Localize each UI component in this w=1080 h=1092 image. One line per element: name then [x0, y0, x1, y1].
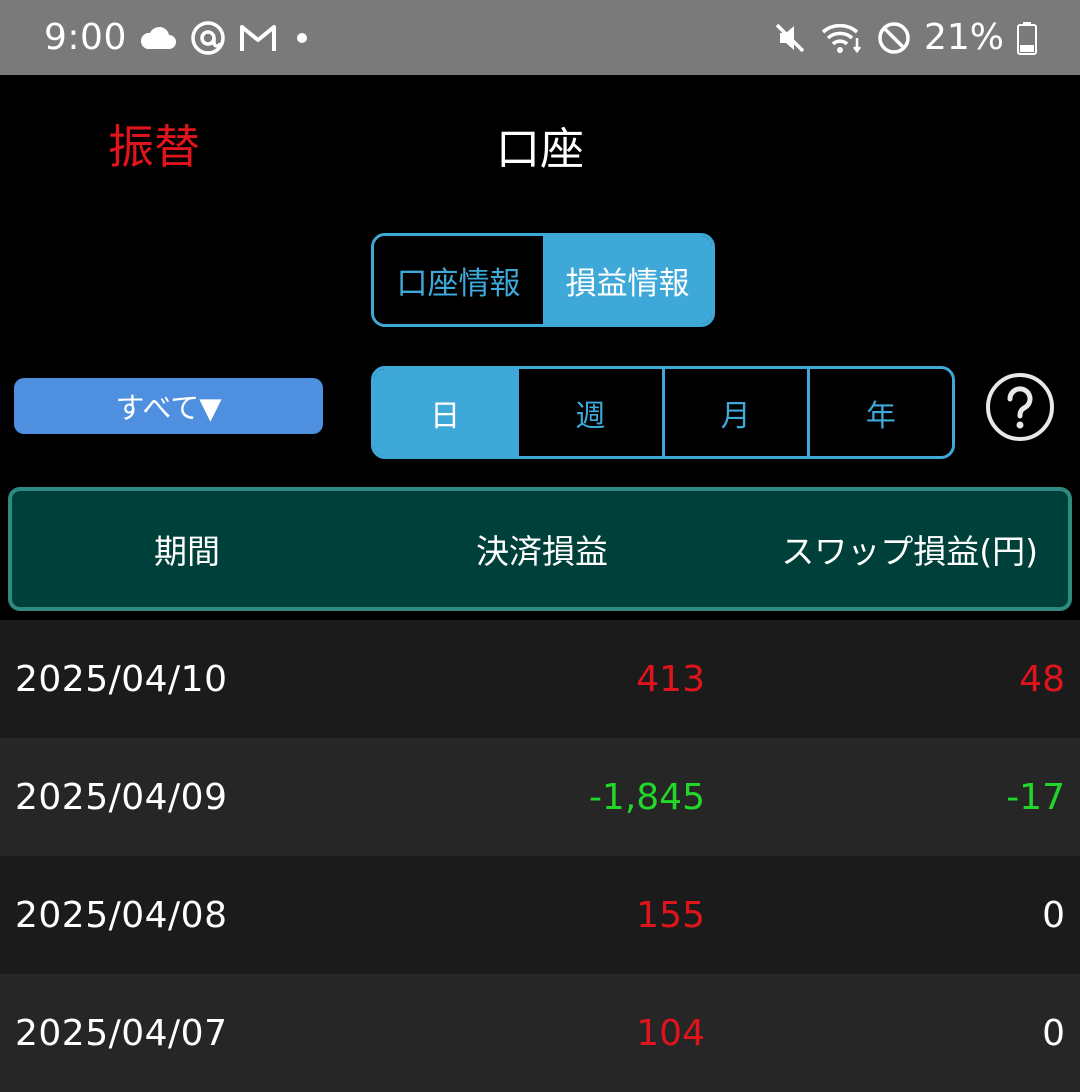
column-header-swap: スワップ損益(円): [781, 532, 1038, 571]
app-header: 振替 口座: [0, 75, 1080, 215]
tab-period-week[interactable]: 週: [516, 369, 662, 456]
row-date: 2025/04/07: [15, 1012, 228, 1054]
status-bar: 9:00 21%: [0, 0, 1080, 75]
battery-icon: [1016, 21, 1038, 55]
cloud-icon: [139, 25, 177, 51]
page-title: 口座: [496, 124, 584, 175]
battery-percentage: 21%: [923, 17, 1004, 58]
table-header: 期間 決済損益 スワップ損益(円): [8, 487, 1072, 611]
info-tab-switcher: 口座情報 損益情報: [371, 233, 715, 327]
period-switcher: 日 週 月 年: [371, 366, 955, 459]
tab-period-month[interactable]: 月: [661, 369, 807, 456]
column-header-settlement: 決済損益: [476, 532, 608, 571]
row-settlement-pnl: 104: [636, 1012, 705, 1054]
row-swap-pnl: 0: [1042, 1012, 1065, 1054]
threads-icon: [189, 19, 227, 57]
row-settlement-pnl: 413: [636, 658, 705, 700]
gmail-icon: [239, 23, 277, 53]
row-swap-pnl: 48: [1019, 658, 1065, 700]
filter-dropdown[interactable]: すべて▼: [14, 378, 323, 434]
help-icon[interactable]: [984, 371, 1056, 443]
table-row[interactable]: 2025/04/10 413 48: [0, 620, 1080, 738]
mute-icon: [772, 20, 808, 56]
row-date: 2025/04/09: [15, 776, 228, 818]
wifi-icon: [820, 20, 864, 56]
row-settlement-pnl: -1,845: [588, 776, 705, 818]
tab-period-day[interactable]: 日: [374, 369, 517, 456]
tab-pnl-info[interactable]: 損益情報: [543, 236, 712, 324]
table-row[interactable]: 2025/04/07 104 0: [0, 974, 1080, 1092]
column-header-period: 期間: [154, 532, 220, 571]
row-swap-pnl: 0: [1042, 894, 1065, 936]
do-not-disturb-icon: [876, 20, 912, 56]
table-row[interactable]: 2025/04/08 155 0: [0, 856, 1080, 974]
table-row[interactable]: 2025/04/09 -1,845 -17: [0, 738, 1080, 856]
row-settlement-pnl: 155: [636, 894, 705, 936]
row-swap-pnl: -17: [1006, 776, 1065, 818]
row-date: 2025/04/10: [15, 658, 228, 700]
pnl-table-body: 2025/04/10 413 48 2025/04/09 -1,845 -17 …: [0, 620, 1080, 1092]
row-date: 2025/04/08: [15, 894, 228, 936]
tab-account-info[interactable]: 口座情報: [374, 236, 543, 324]
status-time: 9:00: [44, 17, 127, 58]
dot-icon: [289, 31, 315, 45]
tab-period-year[interactable]: 年: [806, 369, 952, 456]
